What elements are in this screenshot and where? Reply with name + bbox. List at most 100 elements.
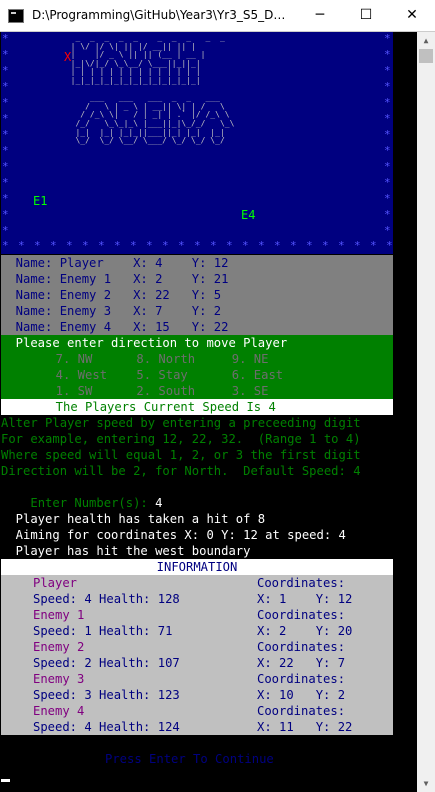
enemy-1-marker: E1	[33, 194, 48, 208]
border-star-icon: *	[354, 239, 361, 252]
player-marker: X	[64, 50, 72, 64]
border-star-icon: *	[290, 239, 297, 252]
border-star-icon: *	[2, 192, 9, 205]
console-output: * * * * * * * * * * * * * * * * * * * * * * * * * * * * * * * * * * * * * * * *…	[1, 32, 417, 792]
scroll-down-arrow-icon[interactable]: ▼	[417, 775, 435, 792]
border-star-icon: *	[386, 239, 393, 252]
border-star-icon: *	[18, 239, 25, 252]
current-speed-header: The Players Current Speed Is 4	[1, 399, 393, 415]
speed-input-label: Enter Number(s):	[30, 496, 156, 510]
enemy-4-marker: E4	[241, 208, 256, 222]
border-star-icon: *	[384, 48, 391, 61]
border-star-icon: *	[2, 64, 9, 77]
border-star-icon: *	[114, 239, 121, 252]
direction-prompt: Please enter direction to move Player	[1, 335, 393, 351]
border-star-icon: *	[384, 112, 391, 125]
border-star-icon: *	[146, 239, 153, 252]
border-star-icon: *	[2, 239, 9, 252]
arena-banner-art: _ _ _ _ _ _ _ _ _ _ | \/ |/ \| || |/ __|…	[70, 33, 235, 146]
border-star-icon: *	[338, 239, 345, 252]
entity-coords: X: 11 Y: 22	[257, 720, 353, 734]
border-star-icon: *	[50, 239, 57, 252]
entity-stats: Speed: 4 Health: 124	[33, 720, 180, 734]
speed-input-value[interactable]: 4	[155, 496, 162, 510]
border-star-icon: *	[66, 239, 73, 252]
border-star-icon: *	[384, 96, 391, 109]
border-star-icon: *	[384, 80, 391, 93]
speed-help-line-2: For example, entering 12, 22, 32. (Range…	[1, 432, 361, 446]
border-star-icon: *	[384, 224, 391, 237]
border-star-icon: *	[2, 112, 9, 125]
border-star-icon: *	[178, 239, 185, 252]
entity-name: Enemy 1	[33, 608, 85, 622]
border-star-icon: *	[384, 192, 391, 205]
entity-coords-label: Coordinates:	[257, 576, 346, 590]
border-star-icon: *	[2, 208, 9, 221]
entity-name: Player	[33, 576, 78, 590]
position-row-enemy-3: Name: Enemy 3 X: 7 Y: 2	[1, 303, 393, 319]
border-star-icon: *	[384, 64, 391, 77]
entity-coords-label: Coordinates:	[257, 640, 346, 654]
position-row-enemy-4: Name: Enemy 4 X: 15 Y: 22	[1, 319, 393, 335]
speed-input-line[interactable]: Enter Number(s): 4	[1, 479, 162, 510]
entity-coords: X: 1 Y: 12	[257, 592, 353, 606]
border-star-icon: *	[98, 239, 105, 252]
maximize-button[interactable]: ☐	[343, 0, 389, 31]
window-title: D:\Programming\GitHub\Year3\Yr3_S5_Digit…	[32, 8, 287, 22]
press-enter-prompt[interactable]: Press Enter To Continue	[105, 751, 274, 767]
direction-options-row-1: 7. NW 8. North 9. NE	[1, 351, 393, 367]
border-star-icon: *	[194, 239, 201, 252]
border-star-icon: *	[34, 239, 41, 252]
minimize-button[interactable]: ─	[297, 0, 343, 31]
entity-name: Enemy 2	[33, 640, 85, 654]
entity-coords-label: Coordinates:	[257, 608, 346, 622]
vertical-scrollbar[interactable]: ▲ ▼	[417, 32, 435, 792]
entity-coords: X: 22 Y: 7	[257, 656, 346, 670]
border-star-icon: *	[162, 239, 169, 252]
speed-help-line-3: Where speed will equal 1, 2, or 3 the fi…	[1, 448, 361, 462]
title-bar: D:\Programming\GitHub\Year3\Yr3_S5_Digit…	[0, 0, 435, 32]
border-star-icon: *	[384, 208, 391, 221]
position-row-enemy-1: Name: Enemy 1 X: 2 Y: 21	[1, 271, 393, 287]
direction-options-row-3: 1. SW 2. South 3. SE	[1, 383, 393, 399]
entity-name: Enemy 3	[33, 672, 85, 686]
border-star-icon: *	[370, 239, 377, 252]
entity-coords-label: Coordinates:	[257, 672, 346, 686]
entity-stats: Speed: 3 Health: 123	[33, 688, 180, 702]
border-star-icon: *	[384, 128, 391, 141]
entity-coords: X: 2 Y: 20	[257, 624, 353, 638]
border-star-icon: *	[2, 32, 9, 45]
close-button[interactable]: ✕	[389, 0, 435, 31]
console-app-icon	[8, 9, 24, 23]
border-star-icon: *	[384, 160, 391, 173]
border-star-icon: *	[274, 239, 281, 252]
entity-coords: X: 10 Y: 2	[257, 688, 346, 702]
message-aiming: Aiming for coordinates X: 0 Y: 12 at spe…	[1, 528, 346, 542]
border-star-icon: *	[130, 239, 137, 252]
border-star-icon: *	[2, 80, 9, 93]
message-health-hit: Player health has taken a hit of 8	[1, 512, 266, 526]
entity-name: Enemy 4	[33, 704, 85, 718]
border-star-icon: *	[384, 144, 391, 157]
arena-map: * * * * * * * * * * * * * * * * * * * * * * * * * * * * * * * * * * * * * * * *…	[1, 32, 393, 254]
speed-help-line-4: Direction will be 2, for North. Default …	[1, 464, 361, 478]
border-star-icon: *	[2, 96, 9, 109]
entity-stats: Speed: 4 Health: 128	[33, 592, 180, 606]
info-header-bar: INFORMATION	[1, 559, 393, 575]
info-title: INFORMATION	[156, 560, 238, 574]
border-star-icon: *	[384, 32, 391, 45]
border-star-icon: *	[384, 176, 391, 189]
direction-options-row-2: 4. West 5. Stay 6. East	[1, 367, 393, 383]
border-star-icon: *	[2, 176, 9, 189]
border-star-icon: *	[210, 239, 217, 252]
scroll-up-arrow-icon[interactable]: ▲	[417, 32, 435, 49]
message-boundary: Player has hit the west boundary	[1, 544, 251, 558]
border-star-icon: *	[2, 48, 9, 61]
entity-stats: Speed: 1 Health: 71	[33, 624, 173, 638]
border-star-icon: *	[2, 224, 9, 237]
text-cursor	[1, 779, 10, 782]
border-star-icon: *	[258, 239, 265, 252]
position-row-player: Name: Player X: 4 Y: 12	[1, 255, 393, 271]
scrollbar-thumb[interactable]	[419, 49, 433, 63]
border-star-icon: *	[322, 239, 329, 252]
